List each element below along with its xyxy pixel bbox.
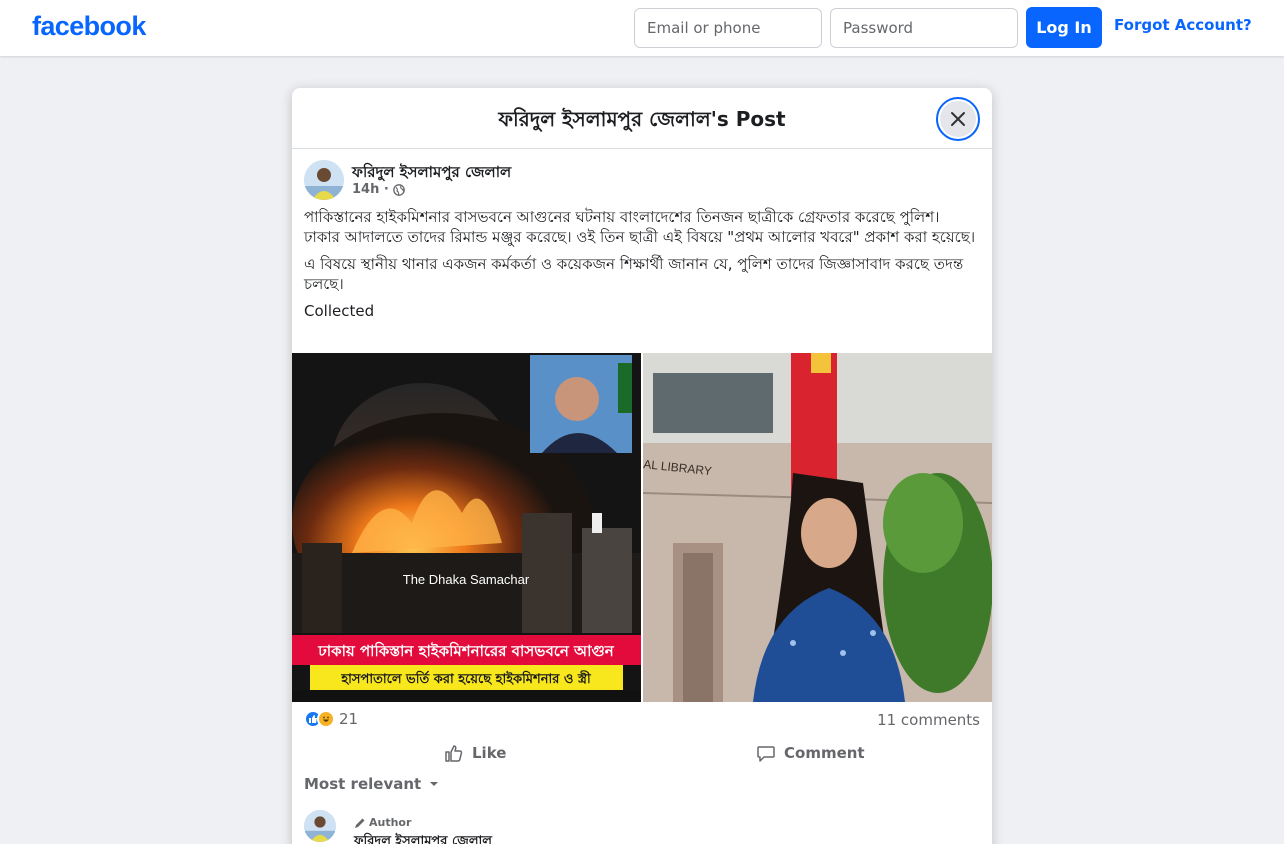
author-badge-label: Author — [369, 816, 412, 829]
author-badge: Author — [354, 816, 411, 829]
pencil-icon — [355, 818, 365, 828]
caret-down-icon — [430, 782, 439, 786]
like-label: Like — [472, 744, 507, 762]
like-button[interactable]: Like — [444, 738, 506, 768]
photo-watermark: The Dhaka Samachar — [403, 572, 530, 587]
comment-author-name[interactable]: ফরিদুল ইসলামপুর জেলাল — [354, 832, 492, 844]
post-footer-note: Collected — [304, 302, 375, 320]
reactions-summary[interactable]: 21 — [304, 710, 358, 728]
post-modal: ফরিদুল ইসলামপুর জেলাল's Post ফরিদুল ইসলা… — [292, 88, 992, 844]
forgot-account-link[interactable]: Forgot Account? — [1114, 16, 1252, 34]
commenter-avatar[interactable] — [304, 810, 336, 842]
photo-headline-red: ঢাকায় পাকিস্তান হাইকমিশনারের বাসভবনে আগ… — [317, 641, 615, 660]
close-icon — [951, 112, 965, 126]
photo-headline-yellow: হাসপাতালে ভর্তি করা হয়েছে হাইকমিশনার ও … — [340, 670, 592, 687]
haha-icon — [317, 710, 335, 728]
facebook-logo[interactable]: facebook — [32, 11, 146, 42]
post-paragraph: পাকিস্তানের হাইকমিশনার বাসভবনে আগুনের ঘট… — [304, 208, 976, 246]
post-time[interactable]: 14h · — [352, 182, 389, 197]
sort-label: Most relevant — [304, 775, 422, 793]
modal-header: ফরিদুল ইসলামপুর জেলাল's Post — [292, 88, 992, 149]
top-navigation-bar: facebook Log In Forgot Account? — [0, 0, 1284, 56]
photo-fire-news[interactable]: The Dhaka Samachar ঢাকায় পাকিস্তান হাইক… — [292, 353, 641, 702]
author-avatar[interactable] — [304, 160, 344, 200]
email-or-phone-input[interactable] — [634, 8, 822, 48]
post-paragraph: এ বিষয়ে স্থানীয় থানার একজন কর্মকর্তা ও… — [304, 255, 964, 293]
post-actions: Like Comment — [304, 738, 980, 768]
close-button[interactable] — [936, 97, 980, 141]
comment-count[interactable]: 11 comments — [877, 711, 980, 729]
log-in-button[interactable]: Log In — [1026, 7, 1102, 48]
modal-title: ফরিদুল ইসলামপুর জেলাল's Post — [498, 107, 786, 131]
comment-icon — [757, 746, 775, 762]
thumbs-up-icon — [445, 745, 463, 762]
post-text: পাকিস্তানের হাইকমিশনার বাসভবনে আগুনের ঘট… — [304, 207, 980, 328]
comment-sort-dropdown[interactable]: Most relevant — [304, 775, 439, 793]
reaction-count[interactable]: 21 — [339, 710, 358, 728]
password-input[interactable] — [830, 8, 1018, 48]
photo-library-portrait[interactable]: AL LIBRARY — [643, 353, 992, 702]
post-meta: 14h · — [352, 182, 405, 197]
globe-icon — [392, 183, 405, 196]
post-stats: 21 11 comments — [304, 710, 980, 732]
post-photos: The Dhaka Samachar ঢাকায় পাকিস্তান হাইক… — [292, 353, 992, 702]
comment-label: Comment — [784, 744, 865, 762]
comment-button[interactable]: Comment — [756, 738, 865, 768]
